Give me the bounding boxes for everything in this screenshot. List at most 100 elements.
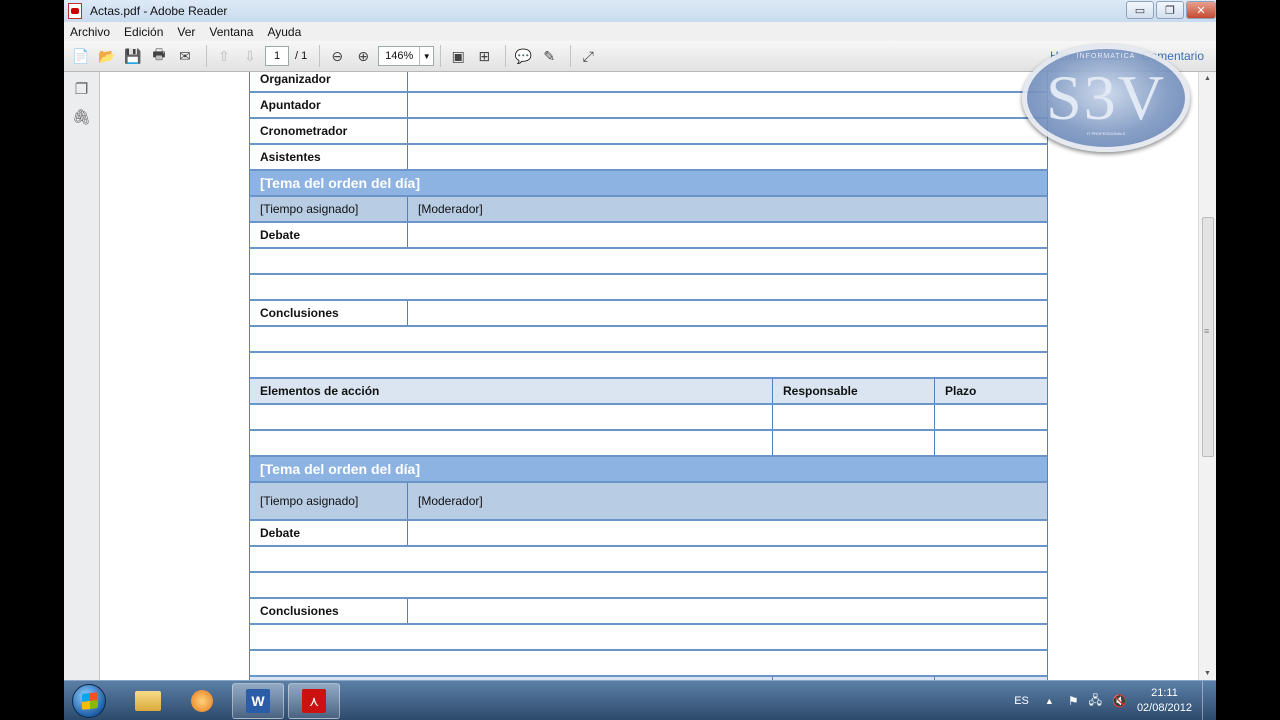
table-row: [249, 275, 1048, 301]
clock[interactable]: 21:11 02/08/2012: [1137, 686, 1192, 716]
show-desktop-button[interactable]: [1202, 681, 1216, 720]
taskbar-adobe-reader[interactable]: ⋏: [288, 683, 340, 719]
clock-date: 02/08/2012: [1136, 702, 1192, 714]
table-row: Conclusiones: [249, 599, 1048, 625]
language-indicator[interactable]: ES: [1014, 695, 1029, 707]
table-row: Cronometrador: [249, 119, 1048, 145]
scroll-up-icon[interactable]: ▲: [1204, 75, 1211, 82]
role-label: Apuntador: [260, 98, 321, 112]
print-icon[interactable]: 🖶: [148, 45, 170, 67]
minimize-button[interactable]: ▭: [1126, 1, 1154, 19]
action-items-header: Elementos de acción Responsable Plazo: [249, 379, 1048, 405]
logo-text: S3V: [1046, 62, 1166, 133]
logo-bottom-text: IT PROFESSIONALS: [1087, 131, 1126, 136]
navigation-pane: ❐ 🖇: [64, 72, 100, 680]
role-value: [407, 145, 1047, 169]
responsible-head: Responsable: [772, 379, 934, 403]
zoom-in-icon[interactable]: ⊕: [352, 45, 374, 67]
moderator-label: [Moderador]: [407, 483, 1047, 519]
toolbar-separator: [440, 45, 442, 67]
topic-header: [Tema del orden del día]: [249, 171, 1048, 197]
folder-icon: [135, 691, 161, 711]
highlight-icon[interactable]: ✎: [538, 45, 560, 67]
role-value: [407, 72, 1047, 91]
fit-page-icon[interactable]: ▣: [447, 45, 469, 67]
menu-archivo[interactable]: Archivo: [70, 25, 110, 39]
table-row: Organizador: [249, 72, 1048, 93]
table-row: [249, 573, 1048, 599]
page-thumbnails-icon[interactable]: ❐: [72, 80, 92, 100]
debate-value: [407, 521, 1047, 545]
chevron-down-icon: ▼: [419, 47, 433, 65]
scroll-down-icon[interactable]: ▼: [1204, 670, 1211, 677]
blank-cell: [250, 625, 1047, 649]
debate-value: [407, 223, 1047, 247]
taskbar-media-player[interactable]: [176, 683, 228, 719]
adobe-pdf-icon: ⋏: [302, 689, 326, 713]
action-cell: [250, 431, 772, 455]
taskbar: W ⋏ ES ▲ ⚑ 🖧 🔇 21:11 02/08/2012: [64, 680, 1216, 720]
role-label: Asistentes: [260, 150, 321, 164]
fit-width-icon[interactable]: ⊞: [473, 45, 495, 67]
menu-ventana[interactable]: Ventana: [209, 25, 253, 39]
scrollbar-thumb[interactable]: [1202, 217, 1214, 457]
document-view[interactable]: Organizador Apuntador Cronometrador Asis…: [100, 72, 1198, 680]
table-row: [249, 353, 1048, 379]
taskbar-word[interactable]: W: [232, 683, 284, 719]
action-cell: [250, 405, 772, 429]
create-pdf-icon[interactable]: 📄: [70, 45, 92, 67]
blank-cell: [250, 573, 1047, 597]
s3v-logo: INFORMATICA S3V IT PROFESSIONALS: [1022, 44, 1190, 152]
toolbar-separator: [319, 45, 321, 67]
adobe-reader-icon: [68, 3, 82, 19]
table-row: Conclusiones: [249, 301, 1048, 327]
time-label: [Tiempo asignado]: [260, 494, 359, 508]
time-label: [Tiempo asignado]: [260, 202, 359, 216]
comment-icon[interactable]: 💬: [512, 45, 534, 67]
table-row: [249, 651, 1048, 677]
menu-ayuda[interactable]: Ayuda: [267, 25, 301, 39]
save-icon[interactable]: 💾: [122, 45, 144, 67]
table-row: Asistentes: [249, 145, 1048, 171]
zoom-out-icon[interactable]: ⊖: [326, 45, 348, 67]
blank-cell: [250, 353, 1047, 377]
role-value: [407, 119, 1047, 143]
action-items-head: Elementos de acción: [260, 384, 380, 398]
expand-icon[interactable]: ⤢: [577, 45, 599, 67]
blank-cell: [250, 547, 1047, 571]
topic-title: [Tema del orden del día]: [260, 461, 420, 477]
toolbar-separator: [206, 45, 207, 67]
open-icon[interactable]: 📂: [96, 45, 118, 67]
attachments-icon[interactable]: 🖇: [72, 108, 92, 128]
toolbar-separator: [505, 45, 507, 67]
show-hidden-icons-icon[interactable]: ▲: [1045, 696, 1054, 706]
previous-page-icon[interactable]: ⇧: [213, 45, 235, 67]
zoom-select[interactable]: 146% ▼: [378, 46, 435, 66]
conclusions-label: Conclusiones: [260, 604, 339, 618]
menu-edicion[interactable]: Edición: [124, 25, 163, 39]
start-button[interactable]: [72, 684, 106, 718]
debate-label: Debate: [260, 526, 301, 540]
conclusions-value: [407, 599, 1047, 623]
blank-cell: [250, 275, 1047, 299]
close-button[interactable]: ✕: [1186, 1, 1216, 19]
topic-meta-row: [Tiempo asignado] [Moderador]: [249, 197, 1048, 223]
table-row: [249, 327, 1048, 353]
table-row: Debate: [249, 521, 1048, 547]
moderator-label: [Moderador]: [407, 197, 1047, 221]
table-row: [249, 625, 1048, 651]
page-number-input[interactable]: 1: [265, 46, 289, 66]
vertical-scrollbar[interactable]: ▲ ▼: [1198, 72, 1216, 680]
email-icon[interactable]: ✉: [174, 45, 196, 67]
volume-muted-icon[interactable]: 🔇: [1112, 694, 1127, 708]
responsible-cell: [772, 431, 934, 455]
action-center-icon[interactable]: ⚑: [1068, 694, 1079, 708]
next-page-icon[interactable]: ⇩: [239, 45, 261, 67]
deadline-cell: [934, 431, 1047, 455]
menu-ver[interactable]: Ver: [177, 25, 195, 39]
taskbar-explorer[interactable]: [122, 683, 174, 719]
deadline-cell: [934, 405, 1047, 429]
topic-meta-row: [Tiempo asignado] [Moderador]: [249, 483, 1048, 521]
maximize-button[interactable]: ❐: [1156, 1, 1184, 19]
network-icon[interactable]: 🖧: [1089, 691, 1102, 712]
